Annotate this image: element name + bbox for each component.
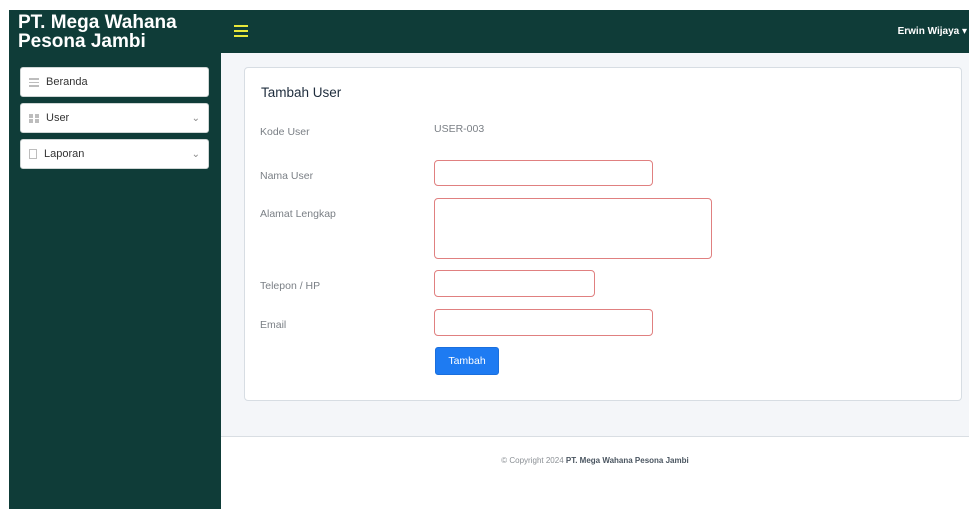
copyright-prefix: © Copyright 2024 [501, 456, 564, 465]
user-menu[interactable]: Erwin Wijaya ▾ [898, 26, 967, 37]
sidebar-item-user[interactable]: User ⌄ [20, 103, 209, 133]
tambah-button[interactable]: Tambah [435, 347, 499, 375]
nama-user-label: Nama User [260, 170, 314, 182]
email-label: Email [260, 319, 287, 331]
sidebar-item-label: Laporan [44, 148, 85, 160]
sidebar-menu: Beranda User ⌄ Laporan ⌄ [20, 67, 209, 175]
kode-user-label: Kode User [260, 126, 310, 138]
nama-user-input[interactable] [434, 160, 653, 186]
copyright-text: © Copyright 2024 PT. Mega Wahana Pesona … [221, 456, 969, 465]
footer: © Copyright 2024 PT. Mega Wahana Pesona … [221, 436, 969, 509]
top-frame [0, 0, 969, 10]
telepon-label: Telepon / HP [260, 280, 321, 292]
alamat-textarea[interactable] [434, 198, 712, 259]
sidebar-item-beranda[interactable]: Beranda [20, 67, 209, 97]
brand-line-1: PT. Mega Wahana [18, 12, 177, 33]
grid-icon [29, 113, 39, 123]
chevron-down-icon: ⌄ [191, 148, 200, 160]
top-header: Erwin Wijaya ▾ [221, 10, 969, 53]
add-user-card: Tambah User Kode User USER-003 Nama User… [244, 67, 962, 401]
alamat-label: Alamat Lengkap [260, 208, 336, 220]
document-icon [29, 149, 37, 159]
brand-line-2: Pesona Jambi [18, 31, 146, 52]
sidebar-item-laporan[interactable]: Laporan ⌄ [20, 139, 209, 169]
sidebar-item-label: User [46, 112, 70, 124]
footer-company-name: PT. Mega Wahana Pesona Jambi [565, 456, 689, 465]
chevron-down-icon: ⌄ [191, 112, 200, 124]
list-icon [29, 77, 39, 87]
telepon-input[interactable] [434, 270, 595, 297]
kode-user-value: USER-003 [434, 123, 485, 135]
sidebar-item-label: Beranda [46, 76, 88, 88]
hamburger-icon[interactable] [234, 25, 248, 37]
brand-logo[interactable]: PT. Mega Wahana Pesona Jambi [9, 10, 221, 53]
card-title: Tambah User [261, 85, 342, 100]
email-input[interactable] [434, 309, 653, 336]
